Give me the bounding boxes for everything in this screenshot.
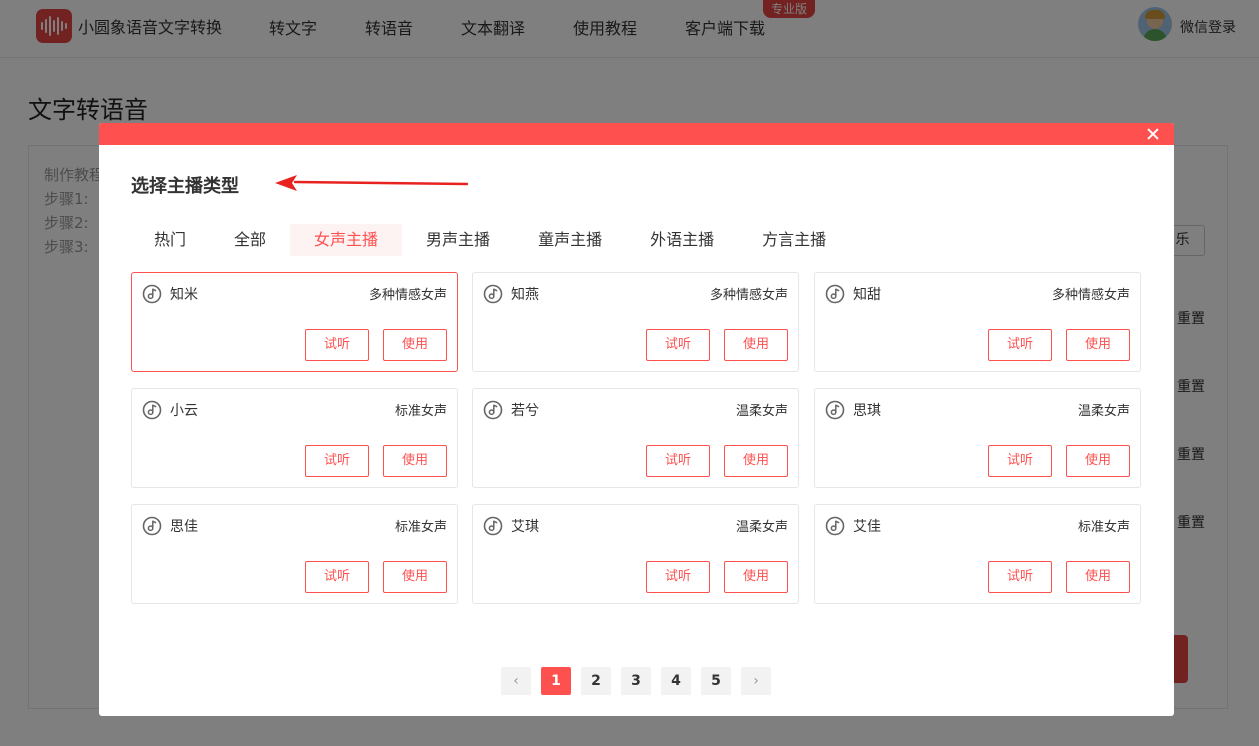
use-button[interactable]: 使用: [724, 445, 788, 477]
listen-button[interactable]: 试听: [646, 561, 710, 593]
voice-type: 标准女声: [1077, 520, 1130, 535]
voice-name: 若兮: [511, 403, 539, 419]
voice-card[interactable]: 知米 多种情感女声试听 使用: [131, 272, 458, 372]
page-button[interactable]: 5: [701, 667, 731, 695]
use-button[interactable]: 使用: [383, 561, 447, 593]
tab-foreign[interactable]: 外语主播: [626, 224, 738, 256]
use-button[interactable]: 使用: [383, 445, 447, 477]
voice-card[interactable]: 艾琪 温柔女声试听 使用: [472, 504, 799, 604]
voice-card[interactable]: 小云 标准女声试听 使用: [131, 388, 458, 488]
voice-card[interactable]: 知燕 多种情感女声试听 使用: [472, 272, 799, 372]
listen-button[interactable]: 试听: [988, 329, 1052, 361]
music-note-icon: [825, 516, 845, 536]
voice-select-modal: 选择主播类型 热门 全部 女声主播 男声主播 童声主播 外语主播 方言主播 知米…: [99, 123, 1174, 716]
use-button[interactable]: 使用: [1066, 445, 1130, 477]
voice-type: 多种情感女声: [1051, 288, 1130, 303]
listen-button[interactable]: 试听: [305, 561, 369, 593]
listen-button[interactable]: 试听: [305, 445, 369, 477]
music-note-icon: [483, 400, 503, 420]
voice-type: 多种情感女声: [709, 288, 788, 303]
music-note-icon: [142, 516, 162, 536]
voice-name: 知燕: [511, 287, 539, 303]
page-button[interactable]: 2: [581, 667, 611, 695]
tab-all[interactable]: 全部: [210, 224, 290, 256]
voice-type: 多种情感女声: [368, 288, 447, 303]
use-button[interactable]: 使用: [1066, 329, 1130, 361]
music-note-icon: [483, 284, 503, 304]
music-note-icon: [825, 400, 845, 420]
arrow-icon: [275, 175, 469, 191]
listen-button[interactable]: 试听: [646, 329, 710, 361]
page-button[interactable]: 3: [621, 667, 651, 695]
modal-title: 选择主播类型: [131, 176, 239, 197]
tab-dialect[interactable]: 方言主播: [738, 224, 850, 256]
music-note-icon: [825, 284, 845, 304]
voice-name: 思琪: [853, 403, 881, 419]
modal-header: [99, 123, 1174, 145]
voice-name: 知米: [170, 287, 198, 303]
voice-name: 小云: [170, 403, 198, 419]
voice-name: 艾琪: [511, 519, 539, 535]
next-page-button[interactable]: ›: [741, 667, 771, 695]
listen-button[interactable]: 试听: [646, 445, 710, 477]
tab-female[interactable]: 女声主播: [290, 224, 403, 256]
voice-type: 温柔女声: [735, 404, 788, 419]
prev-page-button[interactable]: ‹: [501, 667, 531, 695]
listen-button[interactable]: 试听: [988, 561, 1052, 593]
close-icon[interactable]: [1144, 125, 1162, 143]
tab-hot[interactable]: 热门: [130, 224, 210, 256]
voice-card[interactable]: 知甜 多种情感女声试听 使用: [814, 272, 1141, 372]
music-note-icon: [142, 400, 162, 420]
voice-card[interactable]: 思佳 标准女声试听 使用: [131, 504, 458, 604]
voice-name: 艾佳: [853, 519, 881, 535]
page-button[interactable]: 1: [541, 667, 571, 695]
pagination: ‹ 1 2 3 4 5 ›: [501, 667, 771, 695]
listen-button[interactable]: 试听: [305, 329, 369, 361]
voice-type: 温柔女声: [735, 520, 788, 535]
voice-card[interactable]: 若兮 温柔女声试听 使用: [472, 388, 799, 488]
music-note-icon: [142, 284, 162, 304]
voice-type: 标准女声: [394, 404, 447, 419]
use-button[interactable]: 使用: [724, 561, 788, 593]
voice-name: 知甜: [853, 287, 881, 303]
voice-card[interactable]: 思琪 温柔女声试听 使用: [814, 388, 1141, 488]
voice-category-tabs: 热门 全部 女声主播 男声主播 童声主播 外语主播 方言主播: [130, 224, 850, 256]
voice-type: 标准女声: [394, 520, 447, 535]
voice-card[interactable]: 艾佳 标准女声试听 使用: [814, 504, 1141, 604]
voice-name: 思佳: [170, 519, 198, 535]
use-button[interactable]: 使用: [724, 329, 788, 361]
page-button[interactable]: 4: [661, 667, 691, 695]
tab-child[interactable]: 童声主播: [514, 224, 626, 256]
voice-type: 温柔女声: [1077, 404, 1130, 419]
listen-button[interactable]: 试听: [988, 445, 1052, 477]
tab-male[interactable]: 男声主播: [402, 224, 514, 256]
use-button[interactable]: 使用: [383, 329, 447, 361]
use-button[interactable]: 使用: [1066, 561, 1130, 593]
music-note-icon: [483, 516, 503, 536]
